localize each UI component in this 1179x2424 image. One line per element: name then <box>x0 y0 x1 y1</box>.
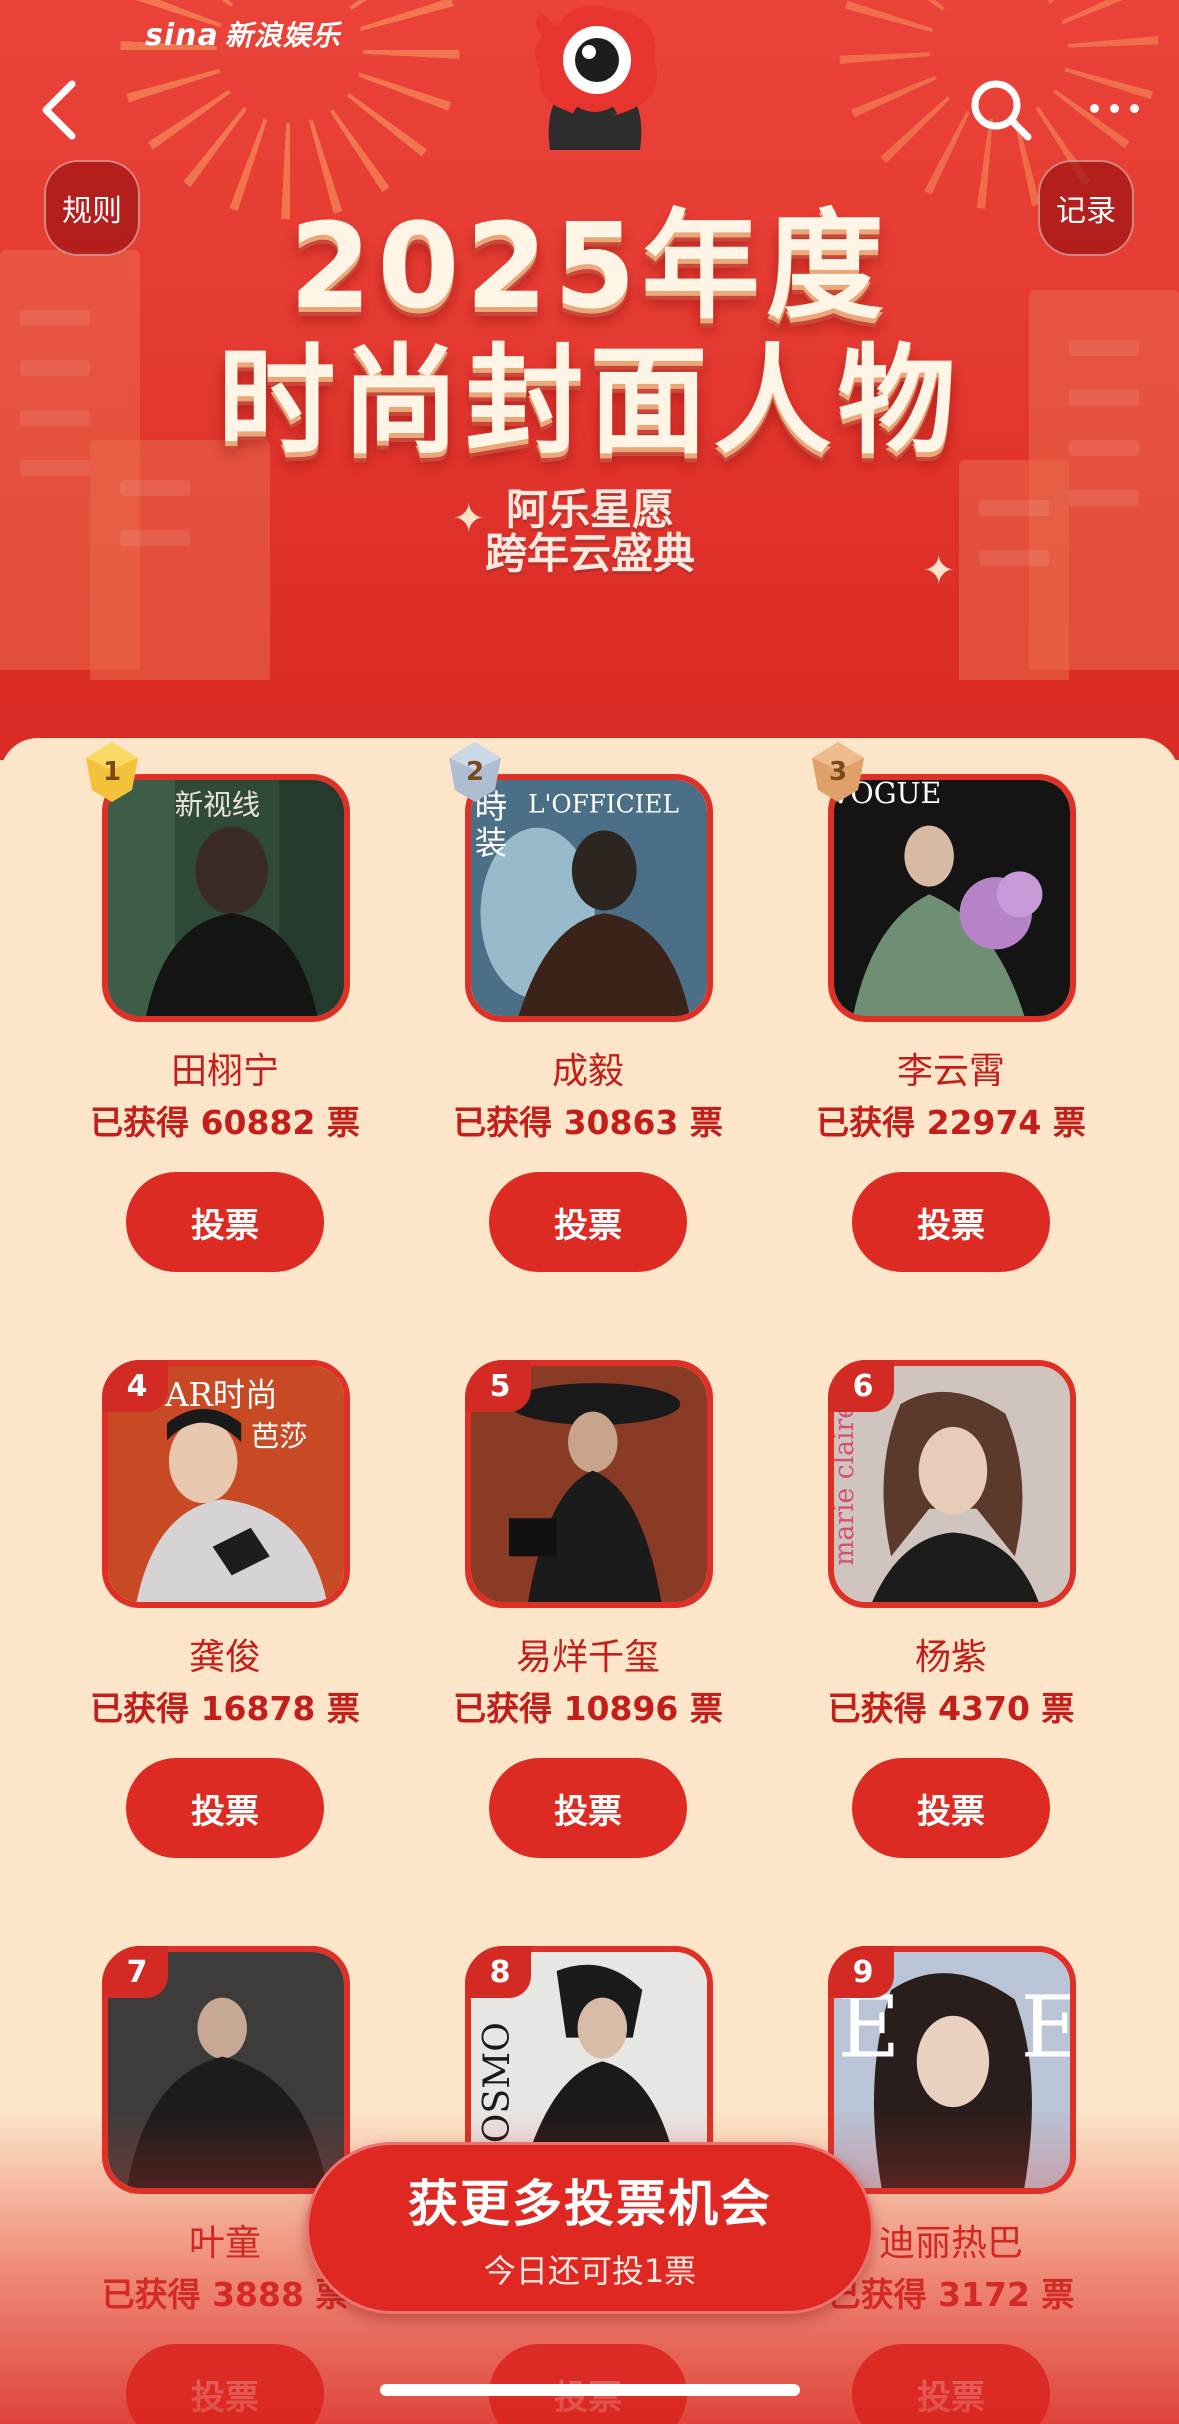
brand-name: 新浪娱乐 <box>224 19 341 52</box>
candidate-votes: 已获得 22974 票 <box>816 1103 1086 1142</box>
rank-number: 3 <box>828 757 848 787</box>
candidate-votes: 已获得 4370 票 <box>827 1689 1075 1728</box>
vote-button[interactable]: 投票 <box>489 1758 687 1858</box>
sparkle-icon: ✦ <box>922 548 956 594</box>
get-more-votes-button[interactable]: 获更多投票机会 今日还可投1票 <box>306 2142 874 2314</box>
gold-medal-icon: 1 <box>80 740 144 804</box>
brand-logo-mark: sina <box>145 18 219 53</box>
svg-text:新视线: 新视线 <box>175 788 261 821</box>
header-banner: sina 新浪娱乐 规则 记录 2025年度 时尚封面人物 阿乐星愿 跨年云盛典 … <box>0 0 1179 760</box>
more-dots-icon <box>1129 103 1139 113</box>
candidate-card: VOGUE 3 李云霄 已获得 22974 票 投票 <box>776 740 1086 1280</box>
svg-text:L'OFFICIEL: L'OFFICIEL <box>528 789 679 818</box>
rank-badge: 4 <box>102 1360 168 1412</box>
magazine-cover-image: VOGUE <box>834 780 1070 1016</box>
candidate-card: 5 易烊千玺 已获得 10896 票 投票 <box>413 1326 723 1866</box>
silver-medal-icon: 2 <box>443 740 507 804</box>
candidate-name: 杨紫 <box>914 1637 987 1678</box>
vote-button[interactable]: 投票 <box>852 2344 1050 2424</box>
home-indicator[interactable] <box>380 2384 800 2396</box>
candidate-votes: 已获得 30863 票 <box>453 1103 723 1142</box>
more-dots-icon <box>1109 103 1119 113</box>
search-button[interactable] <box>966 75 1036 145</box>
candidate-name: 成毅 <box>551 1051 624 1092</box>
mascot-eye-icon <box>535 5 658 150</box>
sparkle-icon: ✦ <box>452 496 486 542</box>
candidate-card: 7 叶童 已获得 3888 票 投票 <box>50 1912 350 2424</box>
bronze-medal-icon: 3 <box>806 740 870 804</box>
svg-text:E: E <box>1021 1979 1070 2078</box>
cta-subtitle: 今日还可投1票 <box>483 2252 697 2290</box>
candidate-photo[interactable]: 新视线 <box>102 774 350 1022</box>
candidate-card: 時 装 L'OFFICIEL 2 成毅 已获得 30863 票 投票 <box>413 740 723 1280</box>
vote-button[interactable]: 投票 <box>852 1172 1050 1272</box>
vote-button[interactable]: 投票 <box>126 2344 324 2424</box>
rank-badge: 5 <box>465 1360 531 1412</box>
candidate-name: 易烊千玺 <box>515 1637 660 1678</box>
rank-badge: 8 <box>465 1946 531 1998</box>
magazine-cover-image: 新视线 <box>108 780 344 1016</box>
back-button[interactable] <box>30 70 90 150</box>
candidate-votes: 已获得 60882 票 <box>90 1103 360 1142</box>
rank-badge: 6 <box>828 1360 894 1412</box>
candidate-votes: 已获得 16878 票 <box>90 1689 360 1728</box>
svg-text:装: 装 <box>475 824 507 862</box>
brand-logo: sina 新浪娱乐 <box>145 14 341 54</box>
vote-button[interactable]: 投票 <box>126 1172 324 1272</box>
rank-number: 1 <box>102 757 122 787</box>
candidate-name: 龚俊 <box>188 1637 261 1678</box>
candidate-card: 新视线 1 田栩宁 已获得 60882 票 投票 <box>50 740 360 1280</box>
candidate-votes: 已获得 10896 票 <box>453 1689 723 1728</box>
magazine-cover-image: 時 装 L'OFFICIEL <box>471 780 707 1016</box>
more-dots-icon <box>1089 103 1099 113</box>
rank-badge: 7 <box>102 1946 168 1998</box>
svg-text:芭莎: 芭莎 <box>251 1420 308 1453</box>
candidate-name: 李云霄 <box>896 1051 1005 1092</box>
vote-button[interactable]: 投票 <box>852 1758 1050 1858</box>
search-icon <box>971 80 1032 141</box>
rank-badge: 9 <box>828 1946 894 1998</box>
page-title-line2: 时尚封面人物 <box>217 332 962 470</box>
candidate-photo[interactable]: 時 装 L'OFFICIEL <box>465 774 713 1022</box>
cta-title: 获更多投票机会 <box>408 2175 772 2233</box>
candidate-card: AR时尚 芭莎 4 龚俊 已获得 16878 票 投票 <box>50 1326 360 1866</box>
svg-text:AR时尚: AR时尚 <box>164 1376 277 1414</box>
candidate-card: marie claire 6 杨紫 已获得 4370 票 投票 <box>776 1326 1076 1866</box>
vote-button[interactable]: 投票 <box>126 1758 324 1858</box>
more-button[interactable] <box>1076 90 1152 126</box>
chevron-left-icon <box>42 80 76 140</box>
building-decoration <box>959 460 1069 680</box>
rank-number: 2 <box>465 757 485 787</box>
vote-button[interactable]: 投票 <box>489 1172 687 1272</box>
svg-text:marie claire: marie claire <box>834 1403 860 1566</box>
candidate-name: 田栩宁 <box>170 1051 279 1092</box>
candidate-photo[interactable]: VOGUE <box>828 774 1076 1022</box>
building-decoration <box>90 440 270 680</box>
